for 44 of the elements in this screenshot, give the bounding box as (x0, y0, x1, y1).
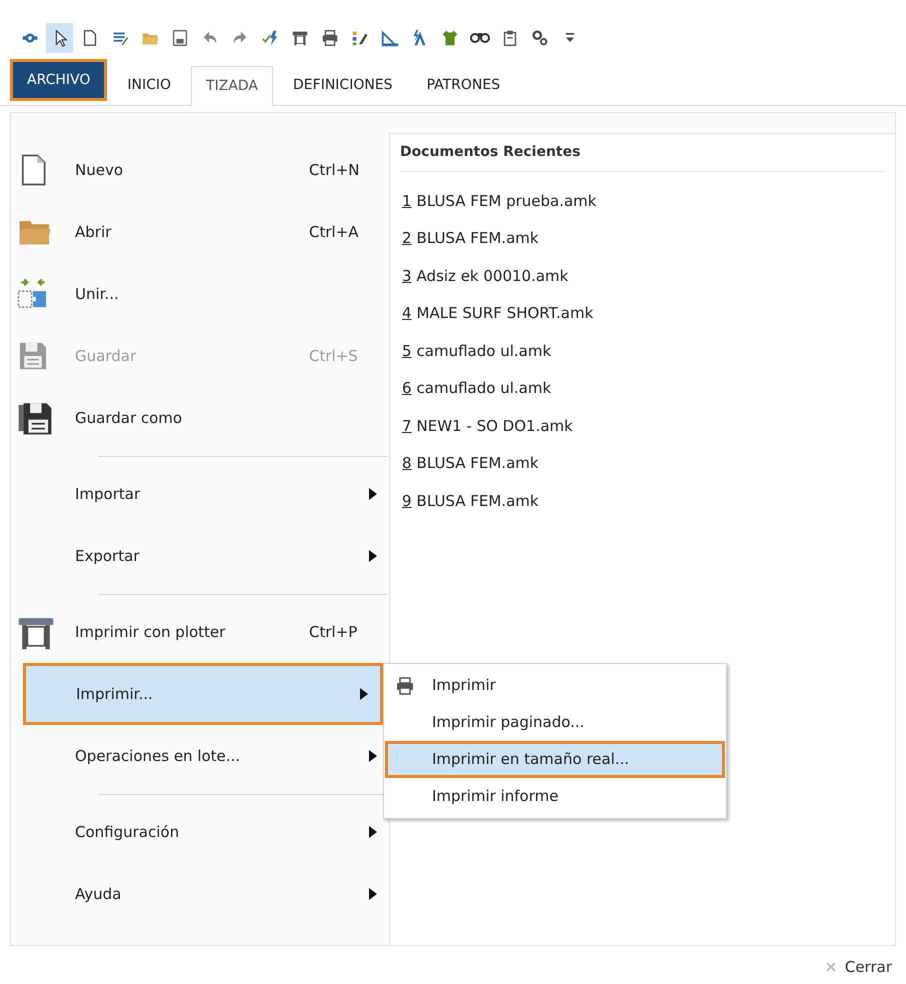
recent-document-link[interactable]: 4 MALE SURF SHORT.amk (390, 294, 594, 332)
submenu-arrow-icon (367, 486, 379, 502)
menu-item[interactable]: Importar (11, 463, 389, 525)
recent-document-link[interactable]: 3 Adsiz ek 00010.amk (390, 257, 568, 294)
submenu-item[interactable]: Imprimir paginado... (388, 704, 722, 741)
menu-item[interactable]: Exportar (11, 525, 389, 587)
ribbon-tab[interactable]: INICIO (113, 65, 186, 105)
menu-item[interactable]: Unir... (11, 263, 389, 325)
recent-document-link[interactable]: 2 BLUSA FEM.amk (390, 220, 539, 257)
recent-document-link[interactable]: 5 camuflado ul.amk (390, 332, 552, 370)
binoculars-icon (470, 32, 490, 44)
recent-document-link[interactable]: 9 BLUSA FEM.amk (390, 482, 539, 520)
menu-item[interactable]: Nuevo Ctrl+N (11, 139, 389, 201)
menu-item[interactable]: Abrir Ctrl+A (11, 201, 389, 263)
recent-document-link[interactable]: 8 BLUSA FEM.amk (390, 444, 539, 482)
menu-item[interactable]: Ayuda (11, 863, 389, 925)
printer-icon (320, 28, 340, 48)
ribbon-tab[interactable]: ARCHIVO (10, 59, 108, 101)
printer-icon (394, 674, 416, 696)
ribbon-tab[interactable]: TIZADA (191, 66, 274, 106)
submenu-item[interactable]: Imprimir en tamaño real... (385, 741, 725, 778)
submenu-arrow-icon (367, 824, 379, 840)
menu-item[interactable]: Imprimir con plotter Ctrl+P (11, 601, 389, 663)
submenu-arrow-icon (367, 886, 379, 902)
ribbon-tab[interactable]: PATRONES (412, 65, 514, 105)
check-icon (260, 28, 280, 48)
submenu-item[interactable]: Imprimir (388, 667, 722, 704)
submenu-arrow-icon (367, 548, 379, 564)
recent-document-link[interactable]: 1 BLUSA FEM prueba.amk (390, 182, 596, 220)
recent-document-link[interactable]: 7 NEW1 - SO DO1.amk (390, 407, 573, 444)
submenu-item[interactable]: Imprimir informe (388, 778, 722, 815)
dropdown-icon (566, 33, 574, 42)
submenu-arrow-icon (367, 748, 379, 764)
settings-icon (530, 28, 550, 48)
close-button[interactable]: Cerrar (824, 956, 892, 978)
recent-document-link[interactable]: 6 camuflado ul.amk (390, 370, 552, 407)
submenu-arrow-icon (358, 686, 370, 702)
menu-item[interactable]: Configuración (11, 801, 389, 863)
menu-item[interactable]: Imprimir... (23, 663, 383, 725)
close-icon (824, 961, 837, 974)
ribbon-tab[interactable]: DEFINICIONES (279, 65, 407, 105)
menu-item[interactable]: Guardar como (11, 387, 389, 449)
recent-documents-heading: Documentos Recientes (400, 134, 885, 172)
toolbar-button[interactable] (46, 22, 73, 52)
